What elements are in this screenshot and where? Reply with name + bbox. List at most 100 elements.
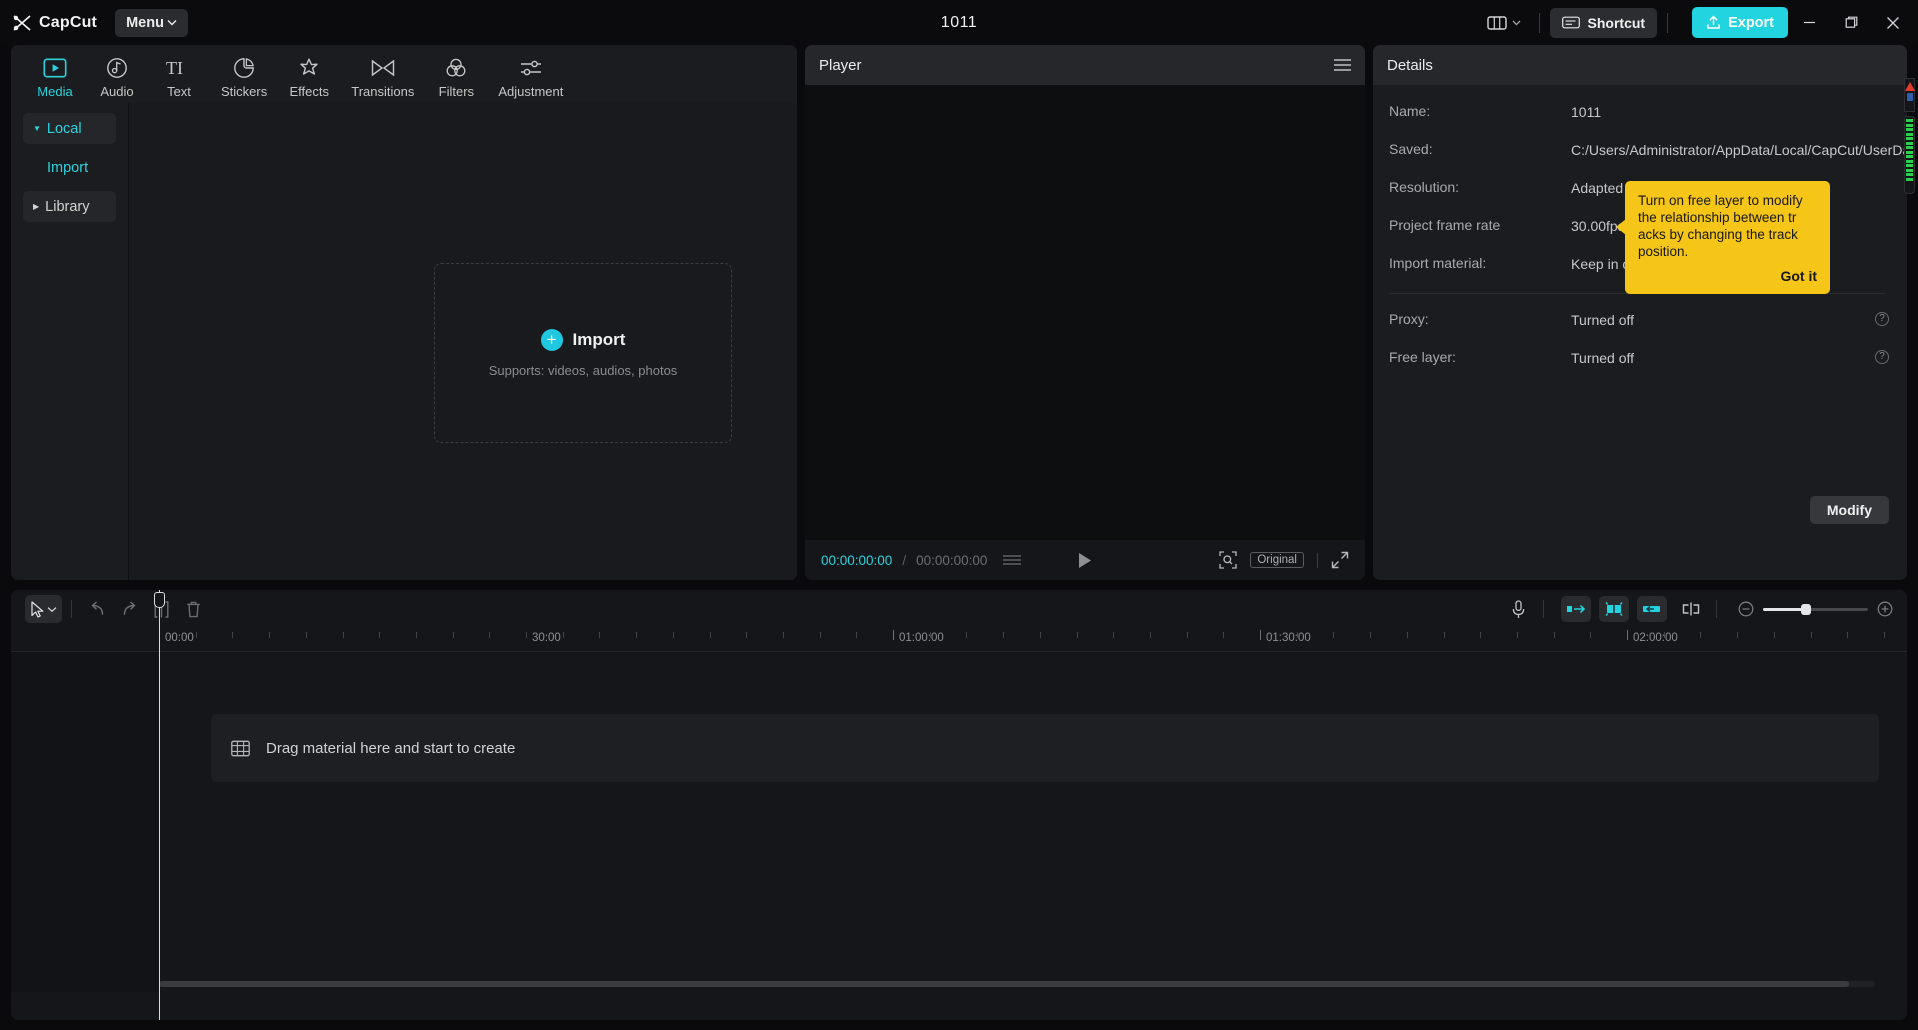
transitions-icon [371,56,395,80]
ruler-minor-tick [195,632,197,638]
tab-media[interactable]: Media [25,51,85,101]
chevron-down-icon [167,19,177,26]
divider [1538,12,1540,33]
import-dropzone[interactable]: + Import Supports: videos, audios, photo… [434,263,732,443]
ruler-minor-tick [1590,632,1592,638]
list-view-icon[interactable] [1003,555,1022,565]
total-time: 00:00:00:00 [916,552,988,568]
ruler-major-tick [893,630,894,640]
magnet-snap-button[interactable] [1599,596,1629,622]
tab-label: Adjustment [498,84,564,99]
ruler-minor-tick [232,632,234,638]
caret-down-icon: ▼ [33,123,41,133]
tab-label: Text [167,84,191,99]
crop-icon[interactable] [1219,551,1238,569]
tab-transitions[interactable]: Transitions [341,51,424,101]
zoom-slider[interactable] [1763,603,1868,615]
delete-button[interactable] [177,595,209,623]
split-marker-button[interactable] [1675,595,1707,623]
menu-label: Menu [126,14,164,31]
tab-filters[interactable]: Filters [426,51,486,101]
sidebar-item-local[interactable]: ▼ Local [23,113,116,144]
play-button[interactable] [1077,552,1093,569]
sidebar-item-import[interactable]: Import [23,152,116,183]
ruler-minor-tick [746,632,748,638]
snap-left-button[interactable] [1561,596,1591,622]
layout-button[interactable] [1479,11,1529,35]
detail-row-saved: Saved: C:/Users/Administrator/AppData/Lo… [1389,141,1907,160]
upload-icon [1706,15,1721,30]
detail-key: Free layer: [1389,349,1456,365]
ruler-minor-tick [1810,632,1812,638]
divider [1317,552,1318,568]
ruler-minor-tick [1480,632,1482,638]
keyboard-icon [1561,16,1580,29]
current-time[interactable]: 00:00:00:00 [821,553,892,568]
maximize-button[interactable] [1830,0,1872,45]
close-button[interactable] [1872,0,1914,45]
ruler-minor-tick [1553,632,1555,638]
shortcut-button[interactable]: Shortcut [1549,7,1658,38]
stickers-icon [233,56,255,80]
scrollbar-thumb[interactable] [159,981,1849,987]
help-icon[interactable]: ? [1875,312,1889,326]
ruler-minor-tick [1223,632,1225,638]
chevron-down-icon [47,606,57,613]
modify-button[interactable]: Modify [1809,496,1889,524]
cursor-tool-button[interactable] [25,595,62,623]
sidebar-item-library[interactable]: ▶ Library [23,191,116,222]
fullscreen-icon[interactable] [1331,551,1349,569]
scale-badge[interactable]: Original [1250,552,1304,568]
zoom-slider-handle[interactable] [1801,603,1811,615]
got-it-button[interactable]: Got it [1638,268,1817,285]
brand-name: CapCut [39,13,98,31]
tab-adjustment[interactable]: Adjustment [488,51,573,101]
timeline-ruler[interactable]: 00:00 30:00 01:00:00 01:30:00 02:00:00 [11,628,1907,652]
zoom-slider-fill [1763,607,1805,611]
detail-row-name: Name: 1011 [1389,103,1885,122]
adjustment-icon [519,56,543,80]
ruler-label: 01:30:00 [1266,632,1311,644]
detail-key: Resolution: [1389,179,1460,195]
arrow-cursor-icon [30,600,45,618]
help-icon[interactable]: ? [1875,350,1889,364]
empty-track-dropzone[interactable]: Drag material here and start to create [211,714,1879,782]
tab-text[interactable]: TI Text [149,51,209,101]
ruler-minor-tick [452,632,454,638]
shortcut-label: Shortcut [1587,14,1646,31]
ruler-major-tick [1260,630,1261,640]
timeline-horizontal-scrollbar[interactable] [159,981,1875,987]
ruler-minor-tick [1149,632,1151,638]
ruler-minor-tick [1113,632,1115,638]
microphone-button[interactable] [1502,595,1534,623]
tab-stickers[interactable]: Stickers [211,51,277,101]
detail-key: Import material: [1389,255,1487,271]
undo-button[interactable] [81,595,113,623]
zoom-out-button[interactable] [1738,601,1754,617]
snap-right-button[interactable] [1637,596,1667,622]
tab-label: Audio [100,84,134,99]
track-header-gutter [11,652,159,992]
export-label: Export [1728,14,1774,31]
redo-button[interactable] [113,595,145,623]
player-right-controls: Original [1219,551,1349,569]
playhead-handle[interactable] [154,592,165,608]
free-layer-tooltip: Turn on free layer to modify the relatio… [1616,181,1830,294]
meter-peak-indicator [1905,82,1915,91]
media-body: ▼ Local Import ▶ Library + Import Suppor… [11,103,797,580]
import-row: + Import [540,328,625,351]
tab-audio[interactable]: Audio [87,51,147,101]
zoom-in-button[interactable] [1877,601,1893,617]
playhead[interactable] [154,590,165,1020]
hamburger-icon[interactable] [1334,59,1351,71]
menu-button[interactable]: Menu [115,8,188,37]
ruler-minor-tick [1773,632,1775,638]
minimize-button[interactable] [1788,0,1830,45]
timeline-toolbar [11,590,1907,628]
ruler-ticks: 00:00 30:00 01:00:00 01:30:00 02:00:00 [159,628,1907,651]
details-panel: Details Name: 1011 Saved: C:/Users/Admin… [1373,45,1907,580]
detail-key: Name: [1389,103,1431,119]
player-stage[interactable] [805,85,1365,540]
export-button[interactable]: Export [1692,7,1788,38]
tab-effects[interactable]: Effects [279,51,339,101]
